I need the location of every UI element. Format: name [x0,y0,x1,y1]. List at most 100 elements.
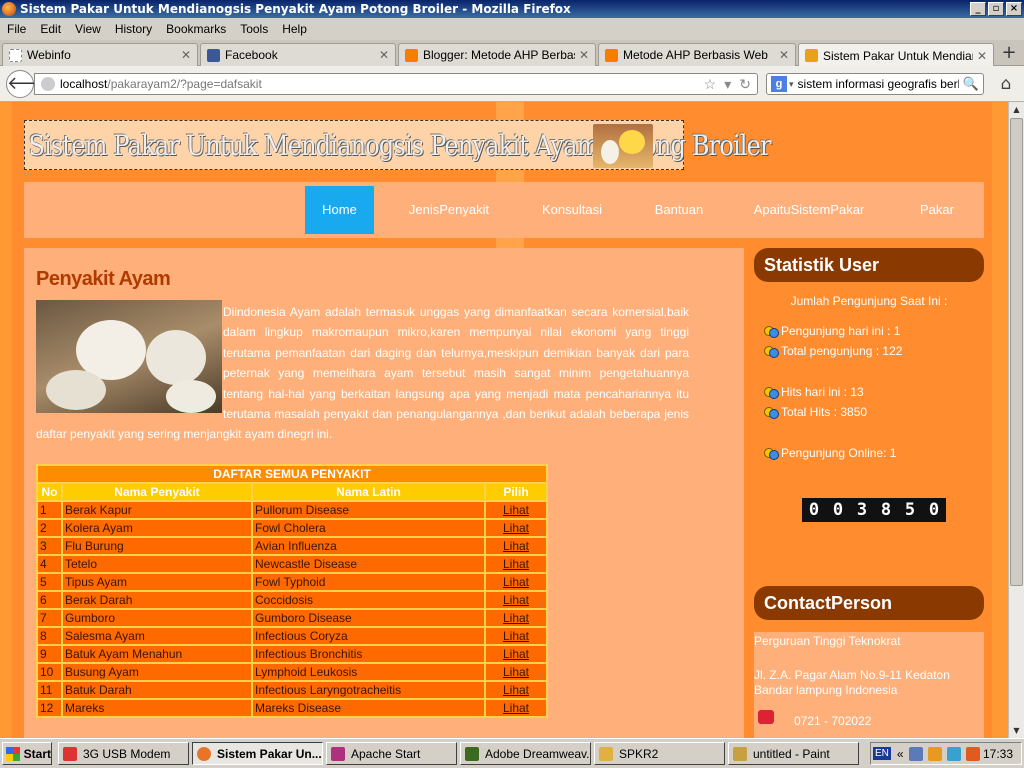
cell-nama-latin: Infectious Laryngotracheitis [251,680,486,700]
task-spkr2[interactable]: SPKR2 [594,742,725,765]
lihat-link[interactable]: Lihat [503,539,529,553]
nav-home[interactable]: Home [305,186,374,234]
menu-tools[interactable]: Tools [233,22,275,36]
col-header-nama-latin: Nama Latin [251,482,486,502]
close-tab-icon[interactable]: ✕ [977,49,987,63]
nav-pakar[interactable]: Pakar [908,186,966,234]
cell-nama-latin: Infectious Coryza [251,626,486,646]
start-button[interactable]: Start [2,742,52,765]
tab-metode-ahp[interactable]: Metode AHP Berbasis Web ✕ [598,43,796,66]
maximize-button[interactable]: ▫ [988,2,1004,16]
lihat-link[interactable]: Lihat [503,611,529,625]
new-tab-button[interactable]: + [998,44,1020,64]
scroll-up-arrow-icon[interactable]: ▲ [1009,102,1024,117]
search-engine-dropdown-icon[interactable]: ▾ [789,79,794,90]
vertical-scrollbar[interactable]: ▲ ▼ [1008,102,1024,738]
task-dreamweaver[interactable]: Adobe Dreamweav... [460,742,591,765]
lihat-link[interactable]: Lihat [503,701,529,715]
task-3g-usb-modem[interactable]: 3G USB Modem [58,742,189,765]
menu-view[interactable]: View [68,22,108,36]
cell-nama-penyakit: Berak Darah [61,590,253,610]
scroll-down-arrow-icon[interactable]: ▼ [1009,723,1024,738]
table-header-row: No Nama Penyakit Nama Latin Pilih [36,482,548,502]
close-tab-icon[interactable]: ✕ [181,48,191,62]
scroll-thumb[interactable] [1010,118,1023,586]
windows-logo-icon [6,746,20,761]
cell-nama-latin: Lymphoid Leukosis [251,662,486,682]
cell-pilih: Lihat [484,518,548,538]
cell-pilih: Lihat [484,572,548,592]
menu-bookmarks[interactable]: Bookmarks [159,22,233,36]
menu-help[interactable]: Help [275,22,314,36]
nav-konsultasi[interactable]: Konsultasi [532,186,612,234]
cell-pilih: Lihat [484,500,548,520]
stat-total: Total pengunjung : 122 [764,344,902,358]
nav-bantuan[interactable]: Bantuan [644,186,714,234]
close-window-button[interactable]: × [1006,2,1022,16]
home-icon[interactable]: ⌂ [996,74,1016,94]
warning-icon[interactable] [965,746,980,761]
task-paint[interactable]: untitled - Paint [728,742,859,765]
table-row: 6 Berak Darah Coccidosis Lihat [36,590,548,610]
lihat-link[interactable]: Lihat [503,683,529,697]
globe-tray-icon[interactable] [946,746,961,761]
minimize-button[interactable]: _ [970,2,986,16]
nav-apaitu-sistem-pakar[interactable]: ApaituSistemPakar [744,186,874,234]
url-bar[interactable]: localhost /pakarayam2/?page=dafsakit ☆ ▾… [34,73,758,95]
network-icon[interactable] [908,746,923,761]
table-row: 12 Mareks Mareks Disease Lihat [36,698,548,718]
nav-jenis-penyakit[interactable]: JenisPenyakit [400,186,498,234]
language-indicator[interactable]: EN [873,747,891,760]
users-icon [764,325,779,338]
lihat-link[interactable]: Lihat [503,629,529,643]
counter-digit: 0 [808,500,820,520]
xampp-icon[interactable] [927,746,942,761]
cell-nama-penyakit: Kolera Ayam [61,518,253,538]
cell-no: 3 [36,536,63,556]
menu-history[interactable]: History [108,22,159,36]
table-row: 11 Batuk Darah Infectious Laryngotrachei… [36,680,548,700]
tab-blogger[interactable]: Blogger: Metode AHP Berbasis... ✕ [398,43,596,66]
page-viewport: Sistem Pakar Untuk Mendianogsis Penyakit… [0,102,1008,738]
cell-no: 4 [36,554,63,574]
tab-sistem-pakar[interactable]: Sistem Pakar Untuk Mendianog... ✕ [798,43,994,67]
dropdown-arrow-icon[interactable]: ▾ [724,76,731,93]
cell-nama-penyakit: Batuk Darah [61,680,253,700]
bookmark-star-icon[interactable]: ☆ [704,76,717,93]
close-tab-icon[interactable]: ✕ [779,48,789,62]
reload-icon[interactable]: ↻ [739,76,751,93]
lihat-link[interactable]: Lihat [503,665,529,679]
contact-person-heading: ContactPerson [754,586,984,620]
menu-edit[interactable]: Edit [33,22,68,36]
search-magnifier-icon[interactable]: 🔍 [963,76,979,92]
task-apache-start[interactable]: Apache Start [326,742,457,765]
chick-image [593,124,653,168]
task-firefox[interactable]: Sistem Pakar Un... [192,742,323,765]
hit-counter: 0 0 3 8 5 0 [802,498,946,522]
site-header-banner: Sistem Pakar Untuk Mendianogsis Penyakit… [24,120,772,170]
users-icon [764,406,779,419]
lihat-link[interactable]: Lihat [503,593,529,607]
close-tab-icon[interactable]: ✕ [579,48,589,62]
tray-expand-icon[interactable]: « [897,747,904,761]
cell-nama-penyakit: Tetelo [61,554,253,574]
tab-facebook[interactable]: Facebook ✕ [200,43,396,66]
search-input[interactable]: sistem informasi geografis berbasi [798,77,959,91]
cell-no: 1 [36,500,63,520]
search-bar[interactable]: g ▾ sistem informasi geografis berbasi 🔍 [766,73,984,95]
lihat-link[interactable]: Lihat [503,557,529,571]
cell-nama-latin: Infectious Bronchitis [251,644,486,664]
cell-pilih: Lihat [484,644,548,664]
lihat-link[interactable]: Lihat [503,575,529,589]
menu-file[interactable]: File [0,22,33,36]
col-header-no: No [36,482,63,502]
close-tab-icon[interactable]: ✕ [379,48,389,62]
stat-hits-total: Total Hits : 3850 [764,405,867,419]
intro-paragraph: Diindonesia Ayam adalah termasuk unggas … [36,305,689,442]
lihat-link[interactable]: Lihat [503,647,529,661]
tab-webinfo[interactable]: Webinfo ✕ [2,43,198,66]
lihat-link[interactable]: Lihat [503,503,529,517]
back-button[interactable]: 🡐 [6,70,55,98]
lihat-link[interactable]: Lihat [503,521,529,535]
contact-address: Jl. Z.A. Pagar Alam No.9-11 Kedaton [754,668,950,682]
